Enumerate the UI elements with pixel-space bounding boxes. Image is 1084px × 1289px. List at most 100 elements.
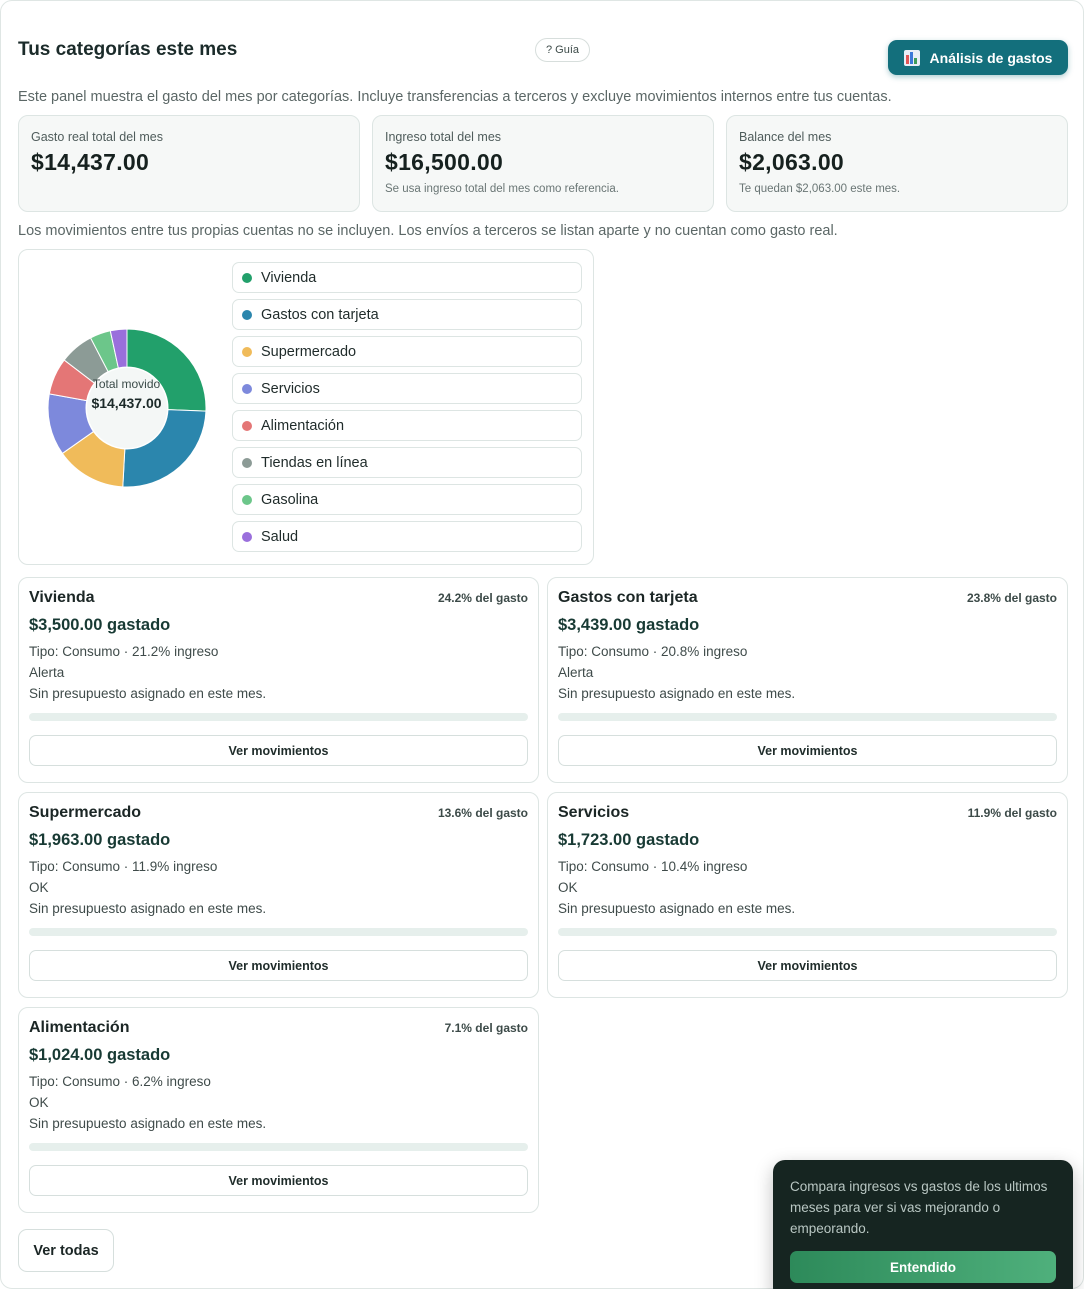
budget-progress-bar xyxy=(558,713,1057,721)
category-budget-note: Sin presupuesto asignado en este mes. xyxy=(29,901,267,916)
legend-item[interactable]: Gastos con tarjeta xyxy=(232,299,582,330)
summary-label: Gasto real total del mes xyxy=(31,130,164,144)
donut-center: Total movido $14,437.00 xyxy=(73,377,180,411)
category-amount: $3,500.00 gastado xyxy=(29,616,171,634)
category-type: Tipo: Consumo · 11.9% ingreso xyxy=(29,859,218,874)
legend-color-dot xyxy=(242,457,252,468)
category-chart-card: Total movido $14,437.00 Vivienda Gastos c… xyxy=(18,249,594,565)
category-budget-note: Sin presupuesto asignado en este mes. xyxy=(558,901,796,916)
legend-item[interactable]: Salud xyxy=(232,521,582,552)
summary-note: Se usa ingreso total del mes como refere… xyxy=(385,183,619,195)
category-share: 7.1% del gasto xyxy=(444,1021,528,1035)
legend-color-dot xyxy=(242,272,252,283)
category-share: 24.2% del gasto xyxy=(437,591,528,605)
category-name: Servicios xyxy=(558,804,630,821)
legend-item[interactable]: Supermercado xyxy=(232,336,582,367)
view-movements-button[interactable]: Ver movimientos xyxy=(558,950,1057,981)
category-status: OK xyxy=(558,880,578,895)
summary-value: $2,063.00 xyxy=(739,149,845,175)
legend-label: Tiendas en línea xyxy=(261,454,368,471)
category-card-header: Vivienda 24.2% del gasto xyxy=(29,589,528,607)
toast-text: Compara ingresos vs gastos de los ultimo… xyxy=(790,1179,1048,1236)
category-name: Gastos con tarjeta xyxy=(558,589,698,606)
legend-color-dot xyxy=(242,531,252,542)
budget-progress-bar xyxy=(29,1143,528,1151)
category-type: Tipo: Consumo · 20.8% ingreso xyxy=(558,644,748,659)
view-movements-button[interactable]: Ver movimientos xyxy=(29,950,528,981)
category-budget-note: Sin presupuesto asignado en este mes. xyxy=(558,686,796,701)
category-card-header: Gastos con tarjeta 23.8% del gasto xyxy=(558,589,1057,607)
category-card-header: Supermercado 13.6% del gasto xyxy=(29,804,528,822)
summary-card-income: Ingreso total del mes $16,500.00 Se usa … xyxy=(372,115,714,212)
summary-label: Balance del mes xyxy=(739,130,832,144)
legend-color-dot xyxy=(242,309,252,320)
donut-center-label: Total movido xyxy=(92,377,161,391)
legend-label: Gasolina xyxy=(261,491,319,508)
summary-value: $14,437.00 xyxy=(31,149,150,175)
category-amount: $3,439.00 gastado xyxy=(558,616,700,634)
analysis-button-label: Análisis de gastos xyxy=(929,49,1053,66)
category-card: Servicios 11.9% del gasto $1,723.00 gastad… xyxy=(547,792,1068,998)
budget-progress-bar xyxy=(558,928,1057,936)
view-movements-button[interactable]: Ver movimientos xyxy=(29,1165,528,1196)
legend-label: Alimentación xyxy=(261,417,345,434)
category-name: Supermercado xyxy=(29,804,142,821)
page-title: Tus categorías este mes xyxy=(18,39,238,60)
panel-description: Este panel muestra el gasto del mes por … xyxy=(18,89,892,105)
category-status: OK xyxy=(29,1095,49,1110)
guide-button[interactable]: ? Guía xyxy=(535,38,591,62)
view-movements-button[interactable]: Ver movimientos xyxy=(29,735,528,766)
category-card-header: Alimentación 7.1% del gasto xyxy=(29,1019,528,1037)
category-name: Alimentación xyxy=(29,1019,130,1036)
legend-label: Vivienda xyxy=(261,269,317,286)
categories-panel: Tus categorías este mes ? Guía Análisis … xyxy=(0,0,1084,1289)
category-budget-note: Sin presupuesto asignado en este mes. xyxy=(29,1116,267,1131)
category-amount: $1,723.00 gastado xyxy=(558,831,700,849)
legend-color-dot xyxy=(242,383,252,394)
category-budget-note: Sin presupuesto asignado en este mes. xyxy=(29,686,267,701)
category-card: Vivienda 24.2% del gasto $3,500.00 gastado… xyxy=(18,577,539,783)
toast-dismiss-button[interactable]: Entendido xyxy=(790,1251,1056,1283)
category-type: Tipo: Consumo · 6.2% ingreso xyxy=(29,1074,211,1089)
summary-note: Te quedan $2,063.00 este mes. xyxy=(739,183,901,195)
legend-label: Salud xyxy=(261,528,299,545)
legend-item[interactable]: Vivienda xyxy=(232,262,582,293)
category-status: OK xyxy=(29,880,49,895)
legend-label: Servicios xyxy=(261,380,320,397)
analysis-button[interactable]: Análisis de gastos xyxy=(888,40,1068,75)
internal-transfers-note: Los movimientos entre tus propias cuenta… xyxy=(18,223,838,239)
category-share: 23.8% del gasto xyxy=(966,591,1057,605)
category-amount: $1,963.00 gastado xyxy=(29,831,171,849)
legend-label: Gastos con tarjeta xyxy=(261,306,379,323)
legend-label: Supermercado xyxy=(261,343,357,360)
view-all-button[interactable]: Ver todas xyxy=(18,1229,114,1272)
legend-color-dot xyxy=(242,494,252,505)
legend-item[interactable]: Tiendas en línea xyxy=(232,447,582,478)
summary-value: $16,500.00 xyxy=(385,149,504,175)
category-status: Alerta xyxy=(558,665,594,680)
category-status: Alerta xyxy=(29,665,65,680)
category-card: Gastos con tarjeta 23.8% del gasto $3,439.… xyxy=(547,577,1068,783)
category-share: 13.6% del gasto xyxy=(437,806,528,820)
donut-center-value: $14,437.00 xyxy=(91,395,162,411)
legend-item[interactable]: Servicios xyxy=(232,373,582,404)
category-amount: $1,024.00 gastado xyxy=(29,1046,171,1064)
category-card-header: Servicios 11.9% del gasto xyxy=(558,804,1057,822)
budget-progress-bar xyxy=(29,928,528,936)
budget-progress-bar xyxy=(29,713,528,721)
chart-legend: Vivienda Gastos con tarjeta Supermercado Se… xyxy=(232,262,582,558)
category-card: Alimentación 7.1% del gasto $1,024.00 gast… xyxy=(18,1007,539,1213)
bar-chart-icon xyxy=(903,49,920,66)
category-type: Tipo: Consumo · 10.4% ingreso xyxy=(558,859,748,874)
category-type: Tipo: Consumo · 21.2% ingreso xyxy=(29,644,219,659)
view-movements-button[interactable]: Ver movimientos xyxy=(558,735,1057,766)
summary-card-balance: Balance del mes $2,063.00 Te quedan $2,0… xyxy=(726,115,1068,212)
category-card: Supermercado 13.6% del gasto $1,963.00 gas… xyxy=(18,792,539,998)
category-share: 11.9% del gasto xyxy=(967,806,1057,820)
legend-color-dot xyxy=(242,420,252,431)
tip-toast: Compara ingresos vs gastos de los ultimo… xyxy=(773,1160,1073,1289)
legend-item[interactable]: Alimentación xyxy=(232,410,582,441)
legend-item[interactable]: Gasolina xyxy=(232,484,582,515)
legend-color-dot xyxy=(242,346,252,357)
category-name: Vivienda xyxy=(29,589,95,606)
